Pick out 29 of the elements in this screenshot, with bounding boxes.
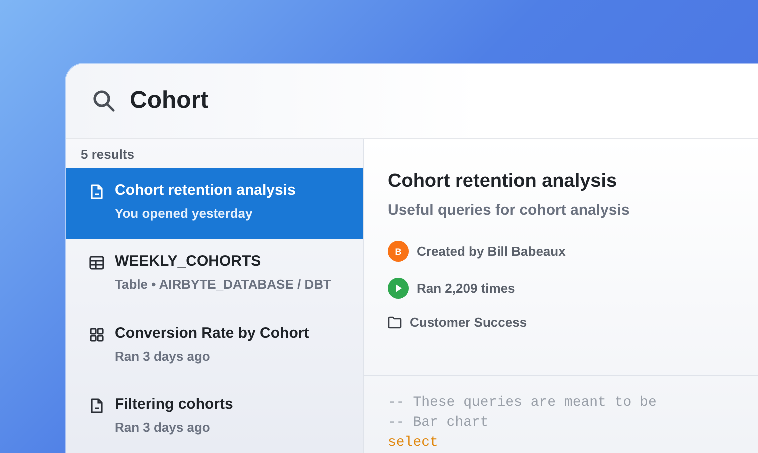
result-item[interactable]: WEEKLY_COHORTS Table • AIRBYTE_DATABASE / DBT	[66, 239, 363, 310]
search-field[interactable]: Cohort	[130, 87, 430, 115]
code-line: select	[388, 434, 440, 453]
detail-description: Useful queries for cohort analysis	[388, 202, 631, 219]
result-title: Filtering cohorts	[115, 396, 234, 413]
search-icon	[92, 89, 116, 113]
code-line: -- These queries are meant to be	[388, 394, 658, 413]
result-item[interactable]: Filtering cohorts Ran 3 days ago	[66, 382, 363, 453]
result-subtitle: You opened yesterday	[115, 206, 254, 221]
avatar: B	[388, 241, 409, 262]
meta-text: Created by Bill Babeaux	[417, 244, 566, 259]
meta-text: Customer Success	[410, 315, 528, 330]
result-item[interactable]: Cohort retention analysis You opened yesterday	[66, 168, 363, 240]
result-title: Cohort retention analysis	[115, 182, 296, 199]
result-title: Conversion Rate by Cohort	[115, 324, 310, 342]
results-count: 5 results	[80, 146, 136, 164]
result-item[interactable]: Conversion Rate by Cohort Ran 3 days ago	[66, 310, 363, 382]
code-line: -- Bar chart	[388, 414, 490, 433]
result-subtitle: Ran 3 days ago	[115, 348, 212, 364]
result-title: WEEKLY_COHORTS	[115, 253, 262, 270]
folder-icon	[388, 316, 402, 329]
result-subtitle: Table • AIRBYTE_DATABASE / DBT	[115, 277, 332, 292]
meta-text: Ran 2,209 times	[417, 281, 516, 296]
document-icon	[89, 398, 105, 414]
result-subtitle: Ran 3 days ago	[115, 420, 212, 435]
document-icon	[89, 184, 105, 200]
table-icon	[89, 255, 105, 272]
detail-title: Cohort retention analysis	[388, 171, 618, 193]
grid-icon	[89, 326, 105, 342]
